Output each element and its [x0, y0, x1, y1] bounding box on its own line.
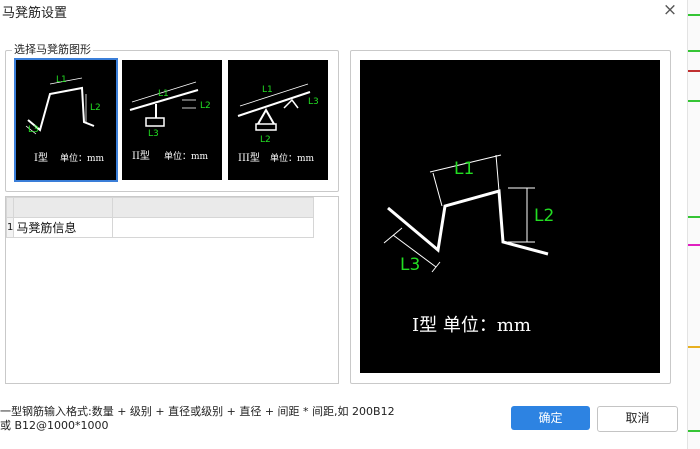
type-1-label-l3: L3: [28, 125, 39, 135]
shape-option-type-3[interactable]: L1 L2 L3 III型 单位：mm: [228, 60, 328, 180]
shape-option-type-1[interactable]: L1 L2 L3 I型 单位：mm: [14, 58, 118, 182]
type-2-label-l3: L3: [148, 129, 159, 139]
type-3-label-l1: L1: [262, 85, 273, 95]
type-2-label-l2: L2: [200, 101, 211, 111]
preview-label-l1: L1: [454, 159, 474, 179]
preview-drawing: L1 L2 L3 I型 单位：mm: [383, 154, 554, 336]
shape-option-type-2[interactable]: L1 L2 L3 II型 单位：mm: [122, 60, 222, 180]
type-1-label-l2: L2: [90, 103, 101, 113]
type-3-label-l3: L3: [308, 97, 319, 107]
column-header-value: [112, 197, 315, 218]
type-3-unit: 单位：mm: [270, 152, 315, 164]
close-icon[interactable]: ×: [660, 0, 680, 20]
table-row[interactable]: 1 马凳筋信息: [5, 217, 315, 238]
type-3-label-l2: L2: [260, 135, 271, 145]
type-1-unit: 单位：mm: [60, 152, 105, 164]
note-line-2: 或 B12@1000*1000: [0, 419, 109, 432]
preview-canvas: L1 L2 L3 I型 单位：mm: [360, 60, 660, 373]
type-3-name: III型: [238, 151, 260, 164]
property-table: 1 马凳筋信息: [5, 197, 315, 238]
shape-group-label: 选择马凳筋图形: [12, 41, 93, 57]
cancel-button[interactable]: 取消: [597, 406, 678, 432]
note-line-1: 一型钢筋输入格式:数量 + 级别 + 直径或级别 + 直径 + 间距 * 间距,…: [0, 405, 395, 418]
type-1-drawing: L1 L2 L3 I型 单位：mm: [25, 75, 105, 164]
type-2-unit: 单位：mm: [164, 150, 209, 162]
row-number-header: [5, 197, 15, 218]
row-value-cell[interactable]: [112, 217, 315, 238]
preview-caption: I型 单位：mm: [412, 315, 531, 336]
preview-label-l3: L3: [400, 255, 420, 275]
ok-button[interactable]: 确定: [511, 406, 590, 430]
type-1-name: I型: [34, 151, 48, 164]
input-format-note: 一型钢筋输入格式:数量 + 级别 + 直径或级别 + 直径 + 间距 * 间距,…: [0, 405, 470, 433]
type-2-name: II型: [132, 149, 150, 162]
row-number: 1: [5, 217, 15, 238]
type-1-label-l1: L1: [56, 75, 67, 85]
column-header-name: [13, 197, 114, 218]
row-name-cell: 马凳筋信息: [13, 217, 114, 238]
table-header-row: [5, 197, 315, 218]
type-3-drawing: L1 L2 L3 III型 单位：mm: [237, 83, 319, 164]
property-grid: 1 马凳筋信息: [5, 196, 339, 384]
type-2-label-l1: L1: [158, 89, 169, 99]
type-2-drawing: L1 L2 L3 II型 单位：mm: [129, 81, 211, 162]
background-window-edge: [687, 0, 700, 449]
preview-label-l2: L2: [534, 206, 554, 226]
dialog-title: 马凳筋设置: [2, 6, 68, 21]
